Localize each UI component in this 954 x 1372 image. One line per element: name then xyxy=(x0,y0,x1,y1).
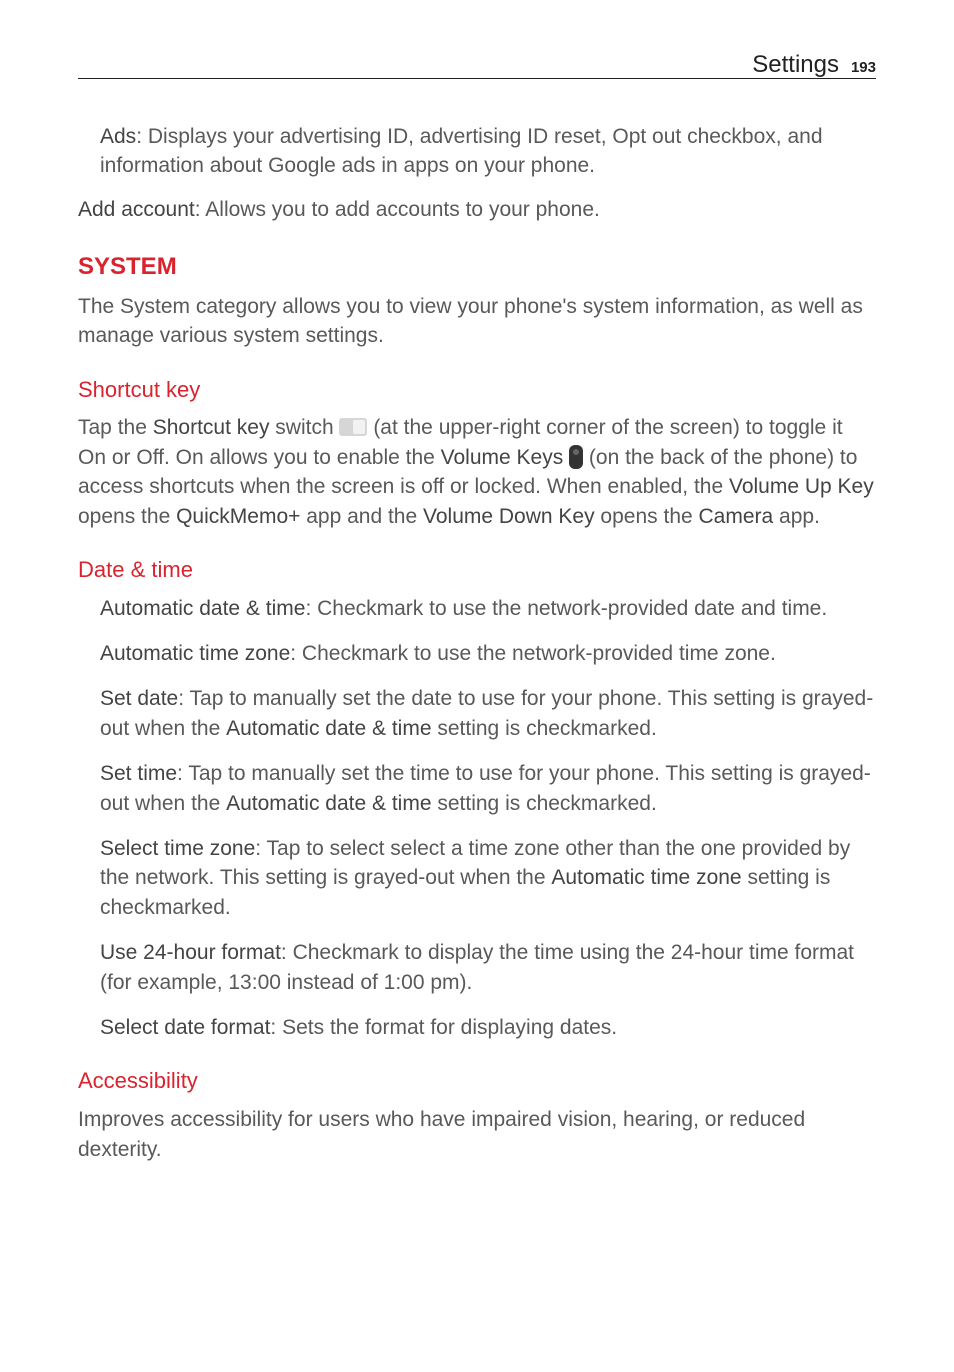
auto-date-time-item: Automatic date & time: Checkmark to use … xyxy=(100,594,876,623)
add-account-text: : Allows you to add accounts to your pho… xyxy=(195,198,600,221)
text-fragment: switch xyxy=(269,416,339,439)
add-account-paragraph: Add account: Allows you to add accounts … xyxy=(78,195,876,224)
page-header: Settings 193 xyxy=(752,48,876,82)
text-fragment: app. xyxy=(773,505,820,528)
volume-keys-bold: Volume Keys xyxy=(441,446,564,469)
select-time-zone-label: Select time zone xyxy=(100,837,255,860)
add-account-label: Add account xyxy=(78,198,195,221)
ads-paragraph: Ads: Displays your advertising ID, adver… xyxy=(100,122,876,181)
text-fragment: opens the xyxy=(78,505,176,528)
auto-date-time-ref: Automatic date & time xyxy=(226,792,431,815)
accessibility-description: Improves accessibility for users who hav… xyxy=(78,1105,876,1164)
camera-bold: Camera xyxy=(699,505,774,528)
page-content: Ads: Displays your advertising ID, adver… xyxy=(78,122,876,1164)
select-time-zone-item: Select time zone: Tap to select select a… xyxy=(100,834,876,922)
accessibility-heading: Accessibility xyxy=(78,1066,876,1097)
use-24-hour-label: Use 24-hour format xyxy=(100,941,281,964)
switch-icon xyxy=(339,418,367,436)
select-date-format-text: : Sets the format for displaying dates. xyxy=(270,1016,617,1039)
text-fragment: opens the xyxy=(595,505,699,528)
select-date-format-label: Select date format xyxy=(100,1016,270,1039)
use-24-hour-item: Use 24-hour format: Checkmark to display… xyxy=(100,938,876,997)
system-description: The System category allows you to view y… xyxy=(78,292,876,351)
text-fragment: setting is checkmarked. xyxy=(432,792,657,815)
text-fragment: Tap the xyxy=(78,416,153,439)
header-rule xyxy=(78,78,876,79)
auto-time-zone-item: Automatic time zone: Checkmark to use th… xyxy=(100,639,876,668)
ads-label: Ads xyxy=(100,125,136,148)
set-date-label: Set date xyxy=(100,687,178,710)
quickmemo-bold: QuickMemo+ xyxy=(176,505,300,528)
ads-text: : Displays your advertising ID, advertis… xyxy=(100,125,823,177)
system-heading: SYSTEM xyxy=(78,250,876,284)
page: Settings 193 Ads: Displays your advertis… xyxy=(0,0,954,1372)
shortcut-key-bold: Shortcut key xyxy=(153,416,270,439)
shortcut-key-heading: Shortcut key xyxy=(78,375,876,406)
set-time-label: Set time xyxy=(100,762,177,785)
select-date-format-item: Select date format: Sets the format for … xyxy=(100,1013,876,1042)
shortcut-key-paragraph: Tap the Shortcut key switch (at the uppe… xyxy=(78,413,876,531)
volume-up-key-bold: Volume Up Key xyxy=(729,475,874,498)
auto-date-time-text: : Checkmark to use the network-provided … xyxy=(305,597,827,620)
auto-time-zone-text: : Checkmark to use the network-provided … xyxy=(290,642,776,665)
text-fragment: app and the xyxy=(300,505,423,528)
auto-time-zone-ref: Automatic time zone xyxy=(551,866,741,889)
volume-key-icon xyxy=(569,445,583,469)
set-date-item: Set date: Tap to manually set the date t… xyxy=(100,684,876,743)
header-section-title: Settings xyxy=(752,48,839,82)
auto-date-time-ref: Automatic date & time xyxy=(226,717,431,740)
volume-down-key-bold: Volume Down Key xyxy=(423,505,595,528)
text-fragment: setting is checkmarked. xyxy=(432,717,657,740)
auto-time-zone-label: Automatic time zone xyxy=(100,642,290,665)
date-time-heading: Date & time xyxy=(78,555,876,586)
set-time-item: Set time: Tap to manually set the time t… xyxy=(100,759,876,818)
header-page-number: 193 xyxy=(851,57,876,78)
auto-date-time-label: Automatic date & time xyxy=(100,597,305,620)
